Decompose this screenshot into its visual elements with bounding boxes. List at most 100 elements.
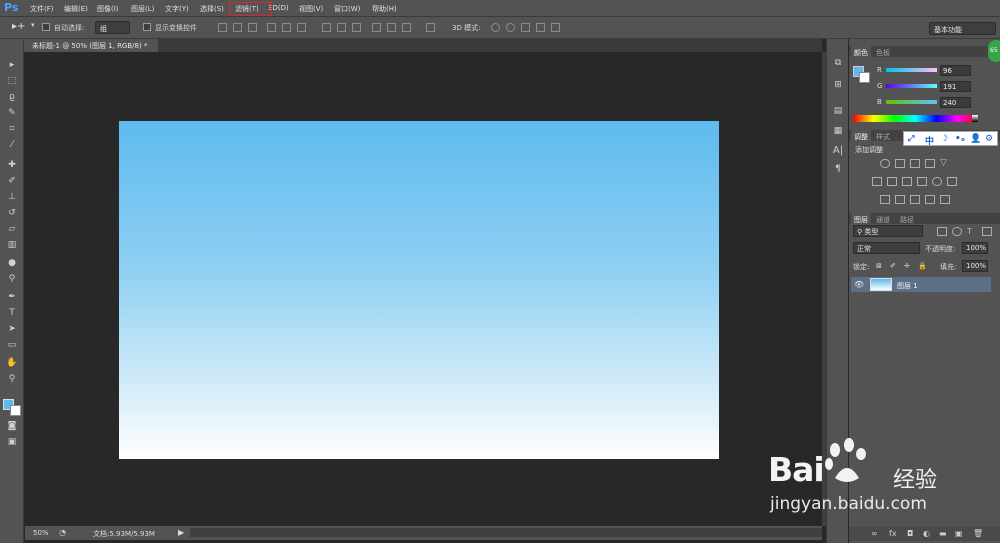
filter-type-icon[interactable]: T	[967, 227, 977, 236]
align-hcenter-icon[interactable]	[282, 23, 291, 32]
history-panel-icon[interactable]: ⧉	[832, 57, 844, 69]
auto-select-dropdown[interactable]: 组	[95, 21, 130, 34]
black-white-ramp[interactable]	[972, 115, 978, 122]
filter-shape-icon[interactable]	[982, 227, 992, 236]
status-info-icon[interactable]: ◔	[59, 528, 66, 537]
new-group-icon[interactable]: ▬	[939, 529, 947, 538]
lock-pixels-icon[interactable]: ✐	[890, 262, 896, 270]
align-top-icon[interactable]	[218, 23, 227, 32]
threshold-icon[interactable]	[910, 195, 920, 204]
screen-mode-icon[interactable]: ▣	[5, 436, 19, 448]
photo-filter-icon[interactable]	[917, 177, 927, 186]
rectangle-tool-icon[interactable]: ▭	[5, 339, 19, 351]
ime-moon-icon[interactable]: ☽	[940, 134, 948, 144]
path-select-tool-icon[interactable]: ➤	[5, 323, 19, 335]
color-spectrum-bar[interactable]	[853, 115, 978, 122]
layer-filter-dropdown[interactable]: ⚲ 类型	[853, 225, 923, 237]
distribute-hcenter-icon[interactable]	[387, 23, 396, 32]
move-tool-icon[interactable]: ▸+	[12, 21, 25, 32]
healing-brush-tool-icon[interactable]: ✚	[5, 159, 19, 171]
lock-all-icon[interactable]: 🔒	[918, 262, 927, 270]
red-value-field[interactable]: 96	[940, 65, 971, 76]
lock-transparent-icon[interactable]: ⊠	[876, 262, 882, 270]
3d-roll-icon[interactable]	[506, 23, 515, 32]
opacity-field[interactable]: 100%	[962, 242, 988, 254]
align-left-icon[interactable]	[267, 23, 276, 32]
levels-adjust-icon[interactable]	[895, 159, 905, 168]
menu-type[interactable]: 文字(Y)	[165, 4, 189, 14]
blue-value-field[interactable]: 240	[940, 97, 971, 108]
red-slider[interactable]	[886, 68, 937, 72]
menu-image[interactable]: 图像(I)	[97, 4, 119, 14]
3d-rotate-icon[interactable]	[491, 23, 500, 32]
workspace-dropdown[interactable]: 基本功能	[929, 22, 996, 35]
hue-saturation-icon[interactable]	[872, 177, 882, 186]
layer-thumbnail[interactable]	[870, 278, 892, 291]
lock-position-icon[interactable]: ✛	[904, 262, 910, 270]
history-brush-tool-icon[interactable]: ↺	[5, 207, 19, 219]
3d-drag-icon[interactable]	[521, 23, 530, 32]
ime-punctuation-icon[interactable]: •ₒ	[955, 134, 965, 144]
blur-tool-icon[interactable]: ●	[5, 257, 19, 269]
properties-panel-icon[interactable]: ⊞	[832, 79, 844, 91]
menu-window[interactable]: 窗口(W)	[334, 4, 360, 14]
menu-layer[interactable]: 图层(L)	[131, 4, 154, 14]
menu-edit[interactable]: 编辑(E)	[64, 4, 88, 14]
menu-file[interactable]: 文件(F)	[30, 4, 54, 14]
tab-paths[interactable]: 路径	[897, 213, 917, 224]
fill-field[interactable]: 100%	[962, 260, 988, 272]
distribute-vcenter-icon[interactable]	[337, 23, 346, 32]
window-controls[interactable]	[940, 2, 996, 14]
quick-mask-icon[interactable]: ◙	[5, 420, 19, 432]
brush-tool-icon[interactable]: ✐	[5, 175, 19, 187]
new-adjustment-icon[interactable]: ◐	[923, 529, 930, 538]
move-tool-icon[interactable]: ▸	[5, 59, 19, 71]
layer-name[interactable]: 图层 1	[897, 281, 918, 291]
blue-slider[interactable]	[886, 100, 937, 104]
distribute-bottom-icon[interactable]	[352, 23, 361, 32]
3d-scale-icon[interactable]	[551, 23, 560, 32]
clone-stamp-tool-icon[interactable]: ⊥	[5, 191, 19, 203]
swatches-mini-icon[interactable]: ▦	[832, 125, 844, 137]
3d-slide-icon[interactable]	[536, 23, 545, 32]
tab-adjustments[interactable]: 调整	[851, 130, 871, 141]
dodge-tool-icon[interactable]: ⚲	[5, 273, 19, 285]
quick-select-tool-icon[interactable]: ✎	[5, 107, 19, 119]
show-transform-checkbox[interactable]	[143, 23, 151, 31]
ime-chinese-icon[interactable]: 中	[925, 134, 934, 147]
menu-select[interactable]: 选择(S)	[200, 4, 224, 14]
zoom-tool-icon[interactable]: ⚲	[5, 373, 19, 385]
tab-layers[interactable]: 图层	[851, 213, 871, 224]
blend-mode-dropdown[interactable]: 正常	[853, 242, 920, 254]
align-vcenter-icon[interactable]	[233, 23, 242, 32]
ime-toolbar-popup[interactable]: ⤢ 中 ☽ •ₒ 👤 ⚙	[903, 131, 998, 147]
tab-swatches[interactable]: 色板	[873, 46, 893, 57]
eraser-tool-icon[interactable]: ▱	[5, 223, 19, 235]
ime-user-icon[interactable]: 👤	[970, 134, 981, 144]
gradient-map-icon[interactable]	[925, 195, 935, 204]
tool-preset-chevron-icon[interactable]: ▾	[31, 21, 35, 29]
auto-select-checkbox[interactable]	[42, 23, 50, 31]
notification-badge[interactable]: 65	[988, 40, 1000, 62]
background-color-swatch[interactable]	[10, 405, 21, 416]
lasso-tool-icon[interactable]: ϱ	[5, 91, 19, 103]
posterize-icon[interactable]	[895, 195, 905, 204]
exposure-adjust-icon[interactable]	[925, 159, 935, 168]
layer-style-icon[interactable]: fx	[889, 529, 897, 538]
paragraph-panel-icon[interactable]: ¶	[832, 163, 844, 175]
zoom-level[interactable]: 50%	[33, 529, 49, 537]
add-mask-icon[interactable]: ◘	[907, 529, 913, 538]
align-bottom-icon[interactable]	[248, 23, 257, 32]
color-lookup-icon[interactable]	[947, 177, 957, 186]
auto-align-icon[interactable]	[426, 23, 435, 32]
tab-channels[interactable]: 通道	[873, 213, 893, 224]
filter-pixel-icon[interactable]	[937, 227, 947, 236]
eye-icon[interactable]: 👁	[854, 280, 864, 289]
pen-tool-icon[interactable]: ✒	[5, 291, 19, 303]
document-tab[interactable]: 未标题-1 @ 50% (图层 1, RGB/8) *	[24, 39, 158, 52]
link-layers-icon[interactable]: ∞	[871, 529, 878, 538]
hand-tool-icon[interactable]: ✋	[5, 357, 19, 369]
black-white-icon[interactable]	[902, 177, 912, 186]
document-canvas[interactable]	[119, 121, 719, 459]
green-slider[interactable]	[886, 84, 937, 88]
